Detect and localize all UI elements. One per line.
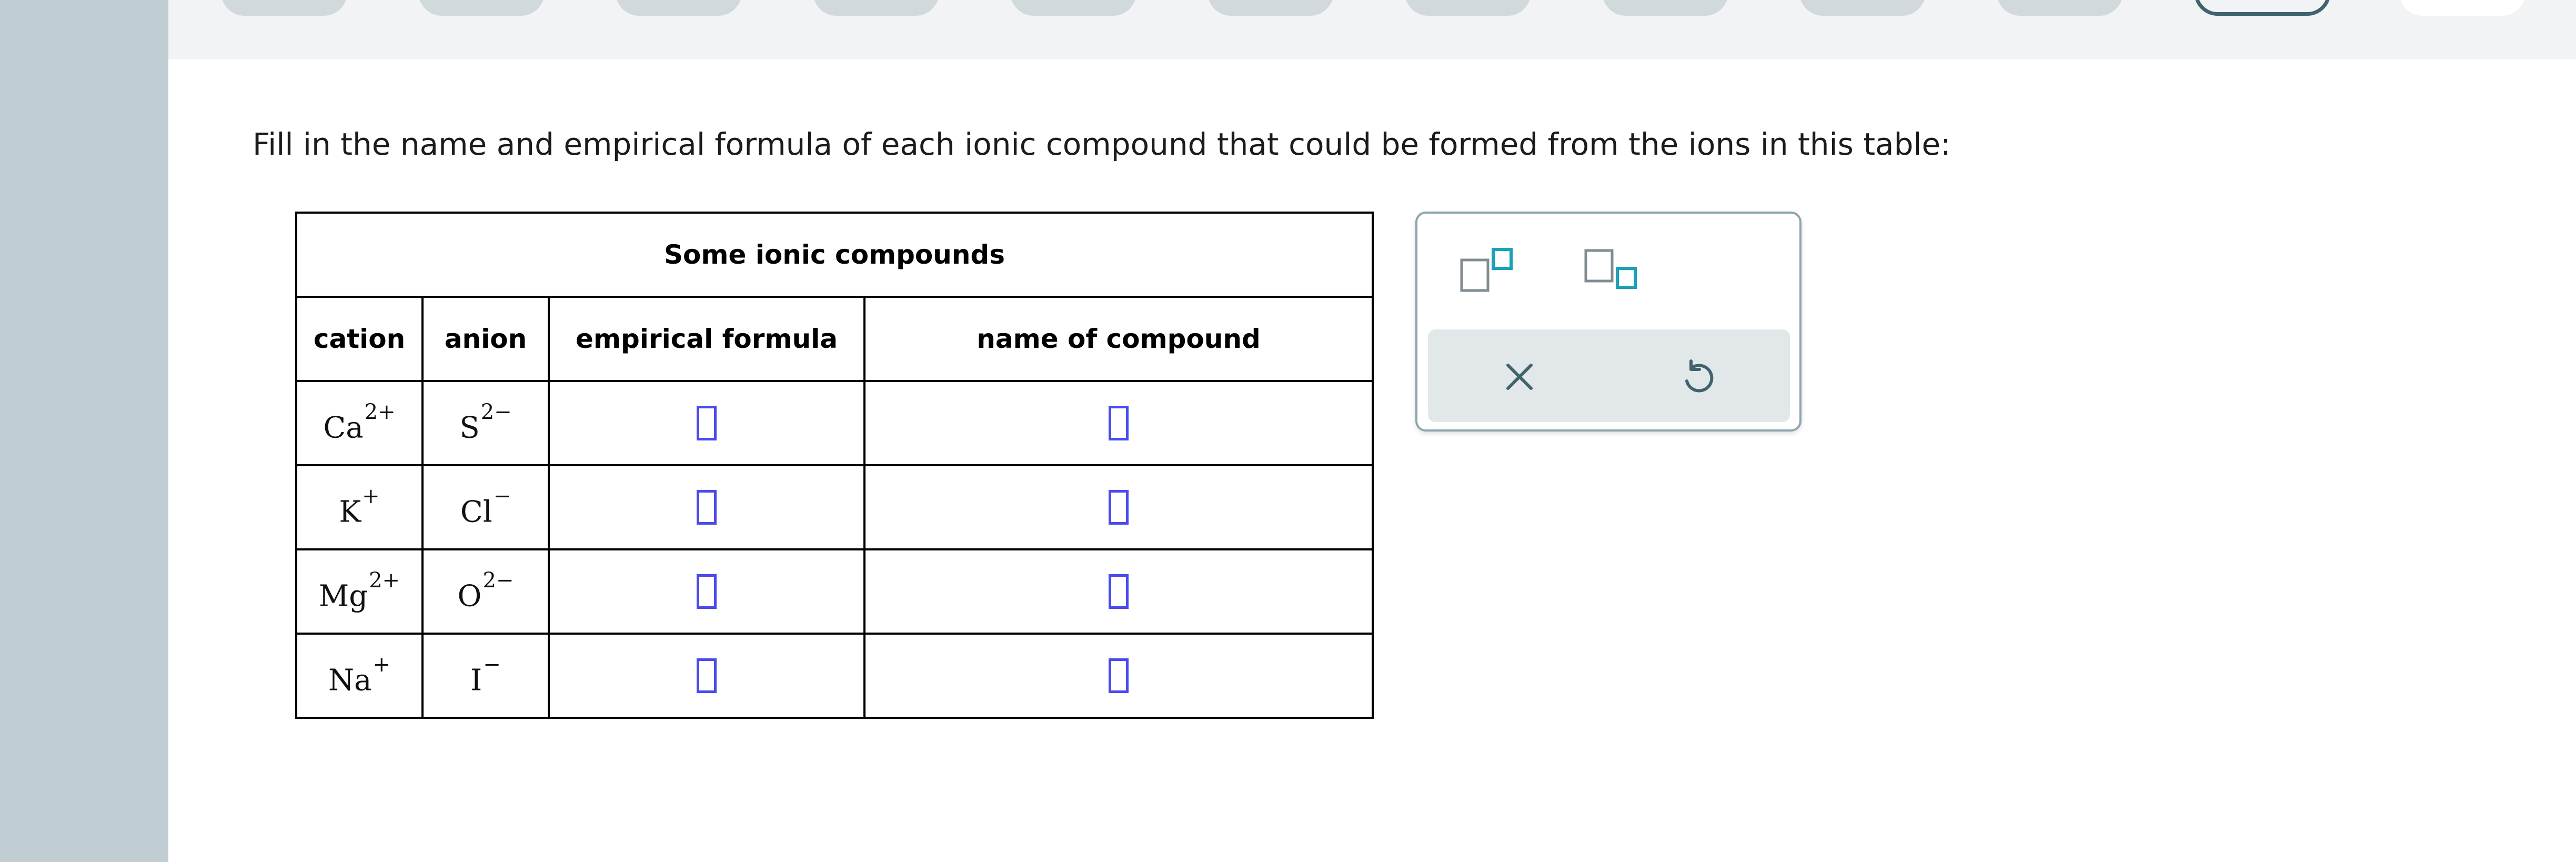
compound-name-cell: [863, 464, 1374, 550]
step-button-6[interactable]: [1208, 0, 1334, 16]
top-step-bar: [168, 0, 2576, 59]
empirical-formula-cell: [548, 548, 866, 635]
empirical-formula-input[interactable]: [697, 574, 717, 609]
anion-symbol: I: [470, 663, 482, 698]
step-button-next[interactable]: [2399, 0, 2525, 16]
question-prompt: Fill in the name and empirical formula o…: [253, 126, 1951, 162]
step-button-current[interactable]: [2194, 0, 2331, 16]
step-button-7[interactable]: [1405, 0, 1531, 16]
compound-name-cell: [863, 548, 1374, 635]
cation-symbol: Na: [328, 663, 372, 698]
undo-icon: [1685, 359, 1714, 393]
anion-charge: 2−: [480, 400, 512, 425]
empirical-formula-cell: [548, 464, 866, 550]
anion-symbol: O: [457, 579, 482, 614]
cation-symbol: K: [339, 495, 361, 529]
palette-action-bar: [1428, 329, 1790, 422]
anion-cell: S2−: [421, 380, 550, 466]
table-row: Mg2+ O2−: [295, 548, 1374, 635]
superscript-button[interactable]: [1454, 240, 1517, 303]
table-title: Some ionic compounds: [295, 212, 1374, 298]
cation-ion: Mg2+: [318, 568, 400, 614]
cation-symbol: Ca: [323, 410, 364, 445]
anion-cell: I−: [421, 633, 550, 719]
cation-charge: 2+: [369, 568, 400, 593]
step-button-8[interactable]: [1602, 0, 1728, 16]
step-button-4[interactable]: [813, 0, 939, 16]
anion-ion: I−: [470, 653, 501, 698]
cation-cell: Na+: [295, 633, 424, 719]
step-button-3[interactable]: [616, 0, 742, 16]
empirical-formula-input[interactable]: [697, 658, 717, 693]
subscript-icon: [1584, 249, 1637, 289]
clear-x-icon: [1506, 364, 1533, 390]
cation-symbol: Mg: [318, 579, 368, 614]
step-button-1[interactable]: [221, 0, 347, 16]
column-header-cation: cation: [295, 296, 424, 382]
left-sidebar-rail: [0, 0, 168, 862]
compound-name-cell: [863, 380, 1374, 466]
compound-name-input[interactable]: [1109, 490, 1129, 525]
anion-symbol: S: [459, 410, 480, 445]
empirical-formula-cell: [548, 380, 866, 466]
column-header-empirical-formula: empirical formula: [548, 296, 866, 382]
step-button-9[interactable]: [1799, 0, 1926, 16]
compound-name-input[interactable]: [1109, 658, 1129, 693]
cation-ion: K+: [339, 484, 380, 529]
anion-charge: 2−: [482, 568, 514, 593]
column-header-anion: anion: [421, 296, 550, 382]
clear-button[interactable]: [1493, 350, 1546, 403]
anion-charge: −: [493, 484, 511, 509]
table-row: K+ Cl−: [295, 464, 1374, 550]
cation-cell: Ca2+: [295, 380, 424, 466]
anion-charge: −: [483, 653, 501, 677]
cation-charge: +: [373, 653, 390, 677]
anion-ion: S2−: [459, 400, 512, 445]
cation-ion: Ca2+: [323, 400, 396, 445]
compound-name-input[interactable]: [1109, 406, 1129, 440]
table-row: Ca2+ S2−: [295, 380, 1374, 466]
compound-name-cell: [863, 633, 1374, 719]
step-button-5[interactable]: [1010, 0, 1136, 16]
compound-name-input[interactable]: [1109, 574, 1129, 609]
cation-cell: Mg2+: [295, 548, 424, 635]
empirical-formula-cell: [548, 633, 866, 719]
ionic-compounds-table: Some ionic compounds cation anion empiri…: [295, 212, 1374, 719]
anion-cell: O2−: [421, 548, 550, 635]
table-row: Na+ I−: [295, 633, 1374, 719]
empirical-formula-input[interactable]: [697, 406, 717, 440]
anion-ion: Cl−: [460, 484, 511, 529]
cation-charge: +: [362, 484, 380, 509]
cation-cell: K+: [295, 464, 424, 550]
subscript-button[interactable]: [1578, 240, 1642, 303]
step-button-10[interactable]: [1997, 0, 2123, 16]
anion-symbol: Cl: [460, 495, 492, 529]
anion-ion: O2−: [457, 568, 514, 614]
column-header-name-of-compound: name of compound: [863, 296, 1374, 382]
superscript-icon: [1460, 248, 1513, 292]
cation-charge: 2+: [364, 400, 396, 425]
anion-cell: Cl−: [421, 464, 550, 550]
empirical-formula-input[interactable]: [697, 490, 717, 525]
step-button-2[interactable]: [418, 0, 545, 16]
math-input-palette: [1415, 212, 1802, 432]
cation-ion: Na+: [328, 653, 390, 698]
undo-button[interactable]: [1672, 350, 1725, 403]
